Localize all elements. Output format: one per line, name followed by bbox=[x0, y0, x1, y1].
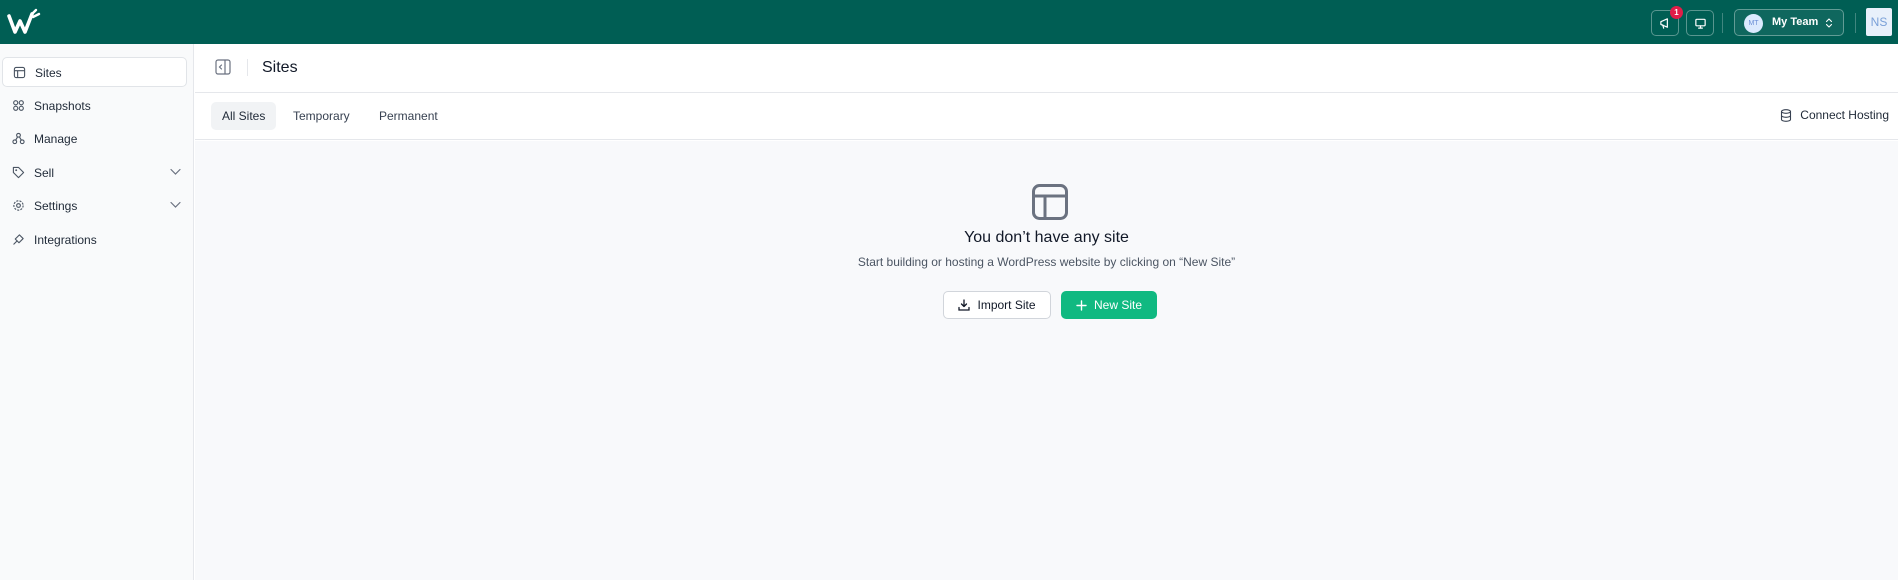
tab-all-sites[interactable]: All Sites bbox=[211, 102, 277, 130]
nodes-icon bbox=[12, 132, 25, 145]
sidebar-item-settings[interactable]: Settings bbox=[2, 191, 187, 221]
connect-hosting-label: Connect Hosting bbox=[1800, 108, 1889, 122]
sidebar-toggle-icon[interactable] bbox=[215, 59, 231, 75]
sidebar-item-label: Settings bbox=[34, 199, 78, 213]
chevron-down-icon bbox=[170, 201, 181, 208]
app-logo-icon[interactable] bbox=[7, 8, 41, 36]
team-avatar: MT bbox=[1744, 14, 1763, 33]
team-name: My Team bbox=[1772, 16, 1819, 28]
tab-permanent[interactable]: Permanent bbox=[368, 102, 449, 130]
download-icon bbox=[958, 299, 971, 311]
sidebar-item-label: Integrations bbox=[34, 233, 97, 247]
main-content: You don’t have any site Start building o… bbox=[195, 141, 1898, 580]
grid-icon bbox=[13, 100, 24, 111]
import-site-label: Import Site bbox=[977, 298, 1036, 312]
sidebar-item-label: Sell bbox=[34, 166, 55, 180]
sidebar-item-label: Sites bbox=[35, 66, 62, 80]
plug-icon bbox=[13, 234, 24, 245]
empty-state-title: You don’t have any site bbox=[964, 229, 1129, 246]
header-divider bbox=[247, 59, 248, 76]
team-switcher[interactable]: MT My Team bbox=[1734, 9, 1844, 36]
sidebar-item-manage[interactable]: Manage bbox=[2, 124, 187, 154]
page-header: Sites bbox=[195, 44, 1898, 93]
monitor-icon bbox=[1694, 18, 1706, 29]
chevron-up-down-icon bbox=[1825, 18, 1833, 28]
new-site-button[interactable]: New Site bbox=[1061, 291, 1157, 319]
sidebar-item-sell[interactable]: Sell bbox=[2, 158, 187, 188]
sidebar-item-integrations[interactable]: Integrations bbox=[2, 225, 187, 255]
tabs-bar: All Sites Temporary Permanent Connect Ho… bbox=[195, 93, 1898, 140]
layout-icon bbox=[1032, 184, 1068, 220]
sidebar-item-label: Manage bbox=[34, 132, 78, 146]
announcements-button[interactable]: 1 bbox=[1651, 6, 1683, 36]
user-avatar[interactable]: NS bbox=[1866, 8, 1892, 36]
connect-hosting-button[interactable]: Connect Hosting bbox=[1780, 108, 1889, 122]
sidebar: Sites Snapshots Manage Sell Settings Int… bbox=[0, 44, 194, 580]
support-button[interactable] bbox=[1686, 10, 1714, 36]
tag-icon bbox=[12, 166, 25, 179]
notification-count-badge: 1 bbox=[1670, 6, 1683, 19]
sidebar-item-label: Snapshots bbox=[34, 99, 91, 113]
page-title: Sites bbox=[262, 59, 298, 76]
tab-temporary[interactable]: Temporary bbox=[282, 102, 361, 130]
layout-icon bbox=[13, 66, 26, 79]
sidebar-item-sites[interactable]: Sites bbox=[2, 57, 187, 87]
empty-state-subtitle: Start building or hosting a WordPress we… bbox=[857, 255, 1236, 269]
gear-icon bbox=[13, 200, 24, 211]
top-bar: 1 MT My Team NS bbox=[0, 0, 1898, 44]
chevron-down-icon bbox=[170, 168, 181, 175]
sidebar-item-snapshots[interactable]: Snapshots bbox=[2, 91, 187, 121]
new-site-label: New Site bbox=[1093, 298, 1143, 312]
topbar-divider bbox=[1722, 13, 1723, 33]
database-icon bbox=[1781, 108, 1792, 122]
plus-icon bbox=[1076, 299, 1087, 311]
topbar-divider bbox=[1855, 13, 1856, 33]
import-site-button[interactable]: Import Site bbox=[943, 291, 1051, 319]
megaphone-icon bbox=[1659, 17, 1668, 29]
